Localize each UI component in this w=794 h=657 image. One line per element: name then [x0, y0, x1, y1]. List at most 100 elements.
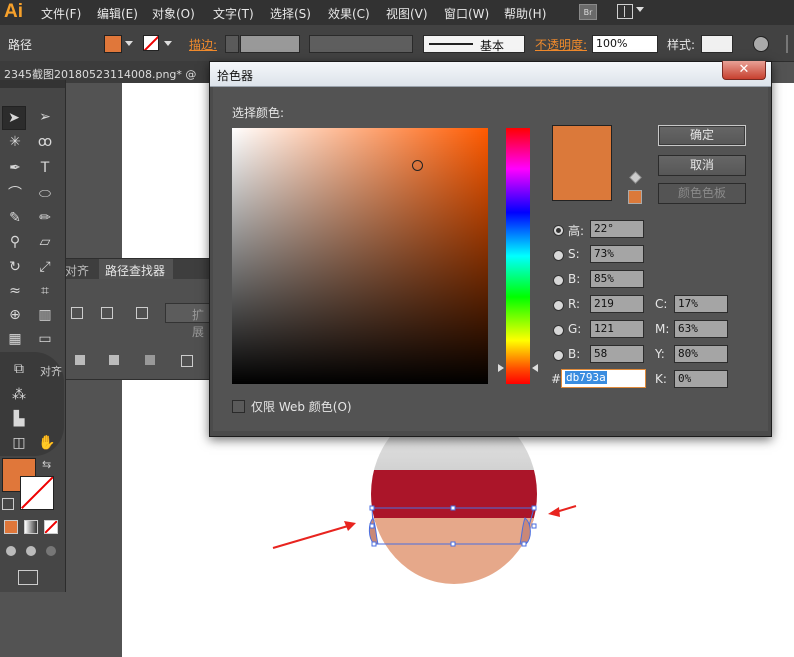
- menu-view[interactable]: 视图(V): [386, 5, 428, 22]
- cancel-button[interactable]: 取消: [658, 155, 746, 176]
- pathfinder-icon[interactable]: [75, 355, 85, 365]
- cyan-input[interactable]: 17%: [674, 295, 728, 313]
- brush-select[interactable]: 基本: [423, 35, 525, 53]
- pen-icon[interactable]: ✒: [4, 157, 26, 179]
- ok-button[interactable]: 确定: [658, 125, 746, 146]
- column-graph-icon[interactable]: ▙: [8, 408, 30, 430]
- hue-input[interactable]: 22°: [590, 220, 644, 238]
- green-input[interactable]: 121: [590, 320, 644, 338]
- menu-select[interactable]: 选择(S): [270, 5, 311, 22]
- hue-slider-handle-left[interactable]: [498, 364, 504, 372]
- brightness-input[interactable]: 85%: [590, 270, 644, 288]
- color-mode-icon[interactable]: [4, 520, 18, 534]
- stroke-stepper[interactable]: [225, 35, 239, 53]
- radio-hue[interactable]: [553, 225, 564, 236]
- draw-inside-icon[interactable]: [46, 546, 56, 556]
- radio-saturation[interactable]: [553, 250, 564, 261]
- stroke-none-icon[interactable]: [143, 35, 159, 51]
- paintbrush-icon[interactable]: ✎: [4, 207, 26, 229]
- workspace-icon[interactable]: [617, 4, 633, 19]
- none-mode-icon[interactable]: [44, 520, 58, 534]
- bridge-icon[interactable]: Br: [579, 4, 597, 20]
- lasso-icon[interactable]: ꝏ: [34, 131, 56, 153]
- mesh-icon[interactable]: ▦: [4, 328, 26, 350]
- align-icon[interactable]: ⧉: [8, 358, 30, 380]
- stroke-color-swatch[interactable]: [20, 476, 54, 510]
- selection-tool-icon[interactable]: ➤: [2, 106, 26, 130]
- stroke-weight-input[interactable]: [240, 35, 300, 53]
- symbol-sprayer-icon[interactable]: ⁂: [8, 384, 30, 406]
- menu-window[interactable]: 窗口(W): [444, 5, 489, 22]
- shape-builder-icon[interactable]: ⊕: [4, 304, 26, 326]
- variable-width-select[interactable]: [309, 35, 413, 53]
- direct-selection-icon[interactable]: ➢: [34, 106, 56, 128]
- saturation-input[interactable]: 73%: [590, 245, 644, 263]
- shape-mode-icon[interactable]: [101, 307, 113, 319]
- draw-normal-icon[interactable]: [6, 546, 16, 556]
- rotate-icon[interactable]: ↻: [4, 256, 26, 278]
- menu-file[interactable]: 文件(F): [41, 5, 81, 22]
- radio-red[interactable]: [553, 300, 564, 311]
- swap-fill-stroke-icon[interactable]: ⇆: [42, 458, 51, 471]
- globe-icon[interactable]: [753, 36, 769, 52]
- hue-slider-handle-right[interactable]: [532, 364, 538, 372]
- yellow-input[interactable]: 80%: [674, 345, 728, 363]
- close-icon[interactable]: ✕: [722, 61, 766, 80]
- color-field-pointer[interactable]: [412, 160, 423, 171]
- fill-swatch[interactable]: [104, 35, 122, 53]
- radio-blue[interactable]: [553, 350, 564, 361]
- ellipse-icon[interactable]: ⬭: [34, 183, 56, 205]
- hand-icon[interactable]: ✋: [36, 432, 58, 454]
- shape-mode-icon[interactable]: [136, 307, 148, 319]
- radio-brightness[interactable]: [553, 275, 564, 286]
- pathfinder-icon[interactable]: [145, 355, 155, 365]
- expand-button[interactable]: 扩展: [165, 303, 213, 339]
- menu-effect[interactable]: 效果(C): [328, 5, 370, 22]
- shape-mode-icon[interactable]: [71, 307, 83, 319]
- hex-input[interactable]: db793a: [561, 369, 646, 388]
- default-colors-icon[interactable]: [2, 498, 14, 510]
- web-safe-swatch[interactable]: [628, 190, 642, 204]
- artboard-tool-icon[interactable]: ◫: [8, 432, 30, 454]
- pathfinder-icon[interactable]: [109, 355, 119, 365]
- pathfinder-icon[interactable]: [181, 355, 193, 367]
- pencil-icon[interactable]: ✏: [34, 207, 56, 229]
- opacity-input[interactable]: 100%: [592, 35, 658, 53]
- screen-mode-icon[interactable]: [18, 570, 38, 585]
- opacity-label[interactable]: 不透明度:: [535, 36, 587, 53]
- magic-wand-icon[interactable]: ✳: [4, 131, 26, 153]
- hue-slider[interactable]: [506, 128, 530, 384]
- stroke-label[interactable]: 描边:: [189, 36, 217, 53]
- dialog-titlebar[interactable]: 拾色器 ✕: [210, 61, 771, 87]
- dialog-title: 拾色器: [217, 69, 254, 83]
- red-input[interactable]: 219: [590, 295, 644, 313]
- menu-object[interactable]: 对象(O): [152, 5, 195, 22]
- tab-align[interactable]: 对齐: [65, 262, 89, 279]
- chevron-down-icon[interactable]: [125, 41, 133, 46]
- eraser-icon[interactable]: ▱: [34, 231, 56, 253]
- color-field[interactable]: [232, 128, 488, 384]
- menu-help[interactable]: 帮助(H): [504, 5, 546, 22]
- tab-pathfinder[interactable]: 路径查找器: [99, 259, 173, 279]
- black-input[interactable]: 0%: [674, 370, 728, 388]
- perspective-grid-icon[interactable]: ▥: [34, 304, 56, 326]
- menu-edit[interactable]: 编辑(E): [97, 5, 138, 22]
- gradient-mode-icon[interactable]: [24, 520, 38, 534]
- chevron-down-icon[interactable]: [636, 7, 644, 12]
- draw-behind-icon[interactable]: [26, 546, 36, 556]
- warp-icon[interactable]: ≈: [4, 280, 26, 302]
- web-only-checkbox[interactable]: [232, 400, 245, 413]
- free-transform-icon[interactable]: ⌗: [34, 280, 56, 302]
- menu-type[interactable]: 文字(T): [213, 5, 254, 22]
- scale-icon[interactable]: ⤢: [34, 256, 56, 278]
- type-icon[interactable]: T: [34, 157, 56, 179]
- chevron-down-icon[interactable]: [164, 41, 172, 46]
- blob-brush-icon[interactable]: ⚲: [4, 231, 26, 253]
- arc-icon[interactable]: ⌒: [4, 183, 26, 205]
- graphic-style-select[interactable]: [701, 35, 733, 53]
- gradient-icon[interactable]: ▭: [34, 328, 56, 350]
- color-swatches-button[interactable]: 颜色色板: [658, 183, 746, 204]
- magenta-input[interactable]: 63%: [674, 320, 728, 338]
- blue-input[interactable]: 58: [590, 345, 644, 363]
- radio-green[interactable]: [553, 325, 564, 336]
